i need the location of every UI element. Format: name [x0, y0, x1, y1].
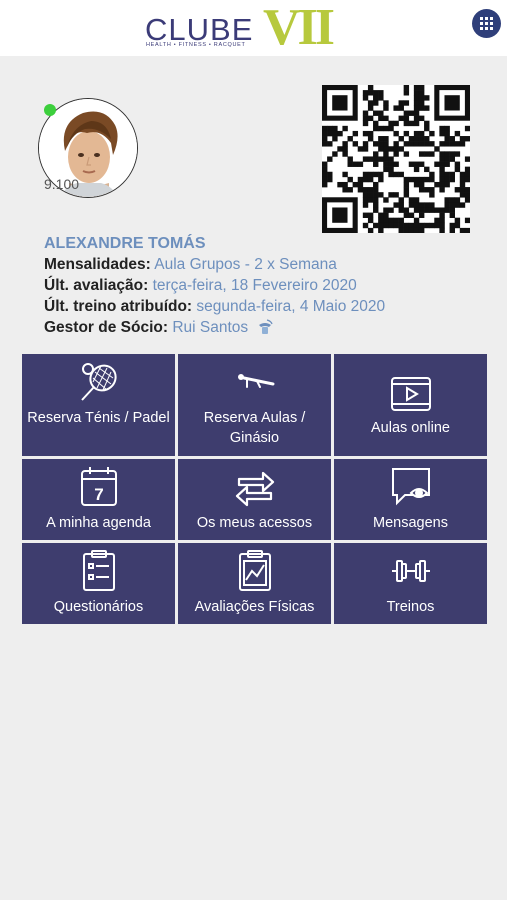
dumbbell-icon [391, 560, 430, 582]
tile-label: Treinos [386, 599, 435, 615]
tile-trainings[interactable]: Treinos [334, 543, 487, 624]
logo-mark: VII [263, 0, 335, 56]
tennis-racket-icon [80, 363, 117, 401]
calendar-day: 7 [94, 485, 103, 504]
tile-questionnaires[interactable]: Questionários [22, 543, 175, 624]
tile-label: Questionários [53, 599, 144, 615]
logo-tagline: HEALTH • FITNESS • RACQUET [146, 42, 246, 48]
info-label: Mensalidades: [44, 256, 151, 273]
info-label: Últ. treino atribuído: [44, 298, 193, 315]
calendar-icon: 7 [80, 467, 117, 506]
video-play-icon [390, 377, 431, 411]
arrows-exchange-icon [235, 471, 274, 507]
clipboard-list-icon [82, 550, 115, 591]
tile-messages[interactable]: Mensagens [334, 459, 487, 540]
info-row-member-manager: Gestor de Sócio: Rui Santos [44, 317, 484, 338]
app-header: CLUBE VII HEALTH • FITNESS • RACQUET [0, 0, 507, 56]
member-info: ALEXANDRE TOMÁS Mensalidades: Aula Grupo… [44, 234, 484, 338]
info-label: Gestor de Sócio: [44, 319, 169, 336]
qr-code-icon [322, 85, 471, 234]
tile-my-agenda[interactable]: 7 A minha agenda [22, 459, 175, 540]
points-value: 9.100 [44, 176, 80, 192]
info-value: segunda-feira, 4 Maio 2020 [196, 298, 386, 315]
tile-tennis-padel-booking[interactable]: Reserva Ténis / Padel [22, 354, 175, 456]
info-row-last-evaluation: Últ. avaliação: terça-feira, 18 Fevereir… [44, 275, 484, 296]
info-row-last-training: Últ. treino atribuído: segunda-feira, 4 … [44, 296, 484, 317]
tile-label: Aulas online [371, 420, 450, 436]
tile-label: Os meus acessos [196, 515, 313, 531]
manager-link[interactable]: Rui Santos [172, 319, 248, 336]
tile-label: Reserva Ténis / Padel [27, 410, 170, 426]
tile-physical-evaluations[interactable]: Avaliações Físicas [178, 543, 331, 624]
info-row-subscription: Mensalidades: Aula Grupos - 2 x Semana [44, 254, 484, 275]
online-status-dot [44, 104, 56, 116]
member-qr-code[interactable] [322, 85, 471, 234]
info-value: Aula Grupos - 2 x Semana [154, 256, 337, 273]
grid-menu-icon [480, 17, 493, 30]
tile-classes-gym-booking[interactable]: Reserva Aulas / Ginásio [178, 354, 331, 456]
member-name: ALEXANDRE TOMÁS [44, 235, 206, 252]
tile-label: A minha agenda [46, 515, 151, 531]
info-value: terça-feira, 18 Fevereiro 2020 [152, 277, 357, 294]
features-grid: Reserva Ténis / Padel Reserva Aulas / Gi… [22, 354, 487, 624]
tile-online-classes[interactable]: Aulas online [334, 354, 487, 456]
info-label: Últ. avaliação: [44, 277, 149, 294]
club-logo: CLUBE VII HEALTH • FITNESS • RACQUET [145, 0, 365, 56]
phone-contact-icon[interactable] [256, 318, 274, 336]
message-eye-icon [391, 468, 430, 506]
tile-label: Reserva Aulas / Ginásio [203, 410, 306, 446]
tile-label: Mensagens [373, 515, 448, 531]
clipboard-chart-icon [238, 550, 271, 591]
tile-label: Avaliações Físicas [194, 599, 315, 615]
pushup-icon [237, 374, 274, 388]
tile-my-accesses[interactable]: Os meus acessos [178, 459, 331, 540]
grid-menu-button[interactable] [472, 9, 501, 38]
